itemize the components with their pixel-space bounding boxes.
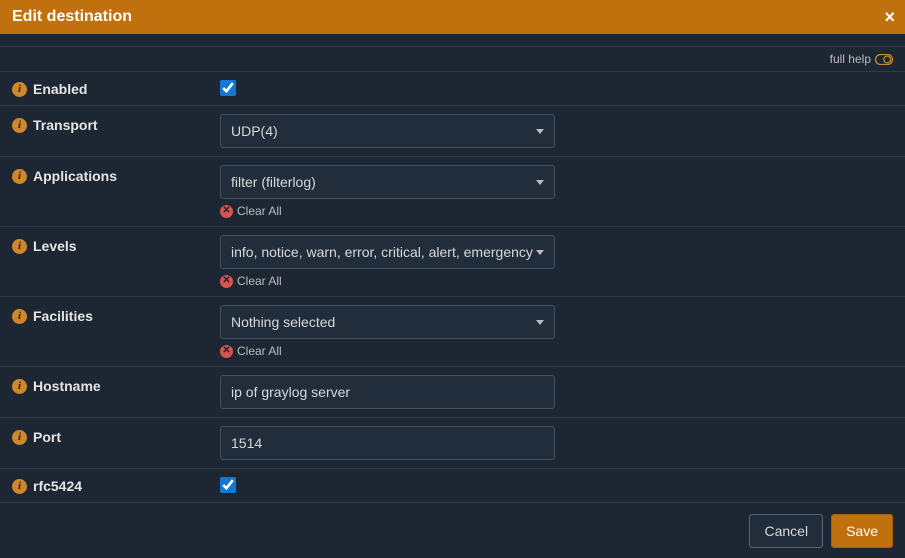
info-icon[interactable]: i — [12, 309, 27, 324]
hostname-input[interactable] — [220, 375, 555, 409]
clear-all-label: Clear All — [237, 204, 282, 218]
levels-clear-all[interactable]: ✕ Clear All — [220, 274, 893, 288]
chevron-down-icon — [536, 129, 544, 134]
applications-clear-all[interactable]: ✕ Clear All — [220, 204, 893, 218]
row-port: i Port — [0, 418, 905, 469]
row-applications: i Applications filter (filterlog) ✕ Clea… — [0, 157, 905, 227]
chevron-down-icon — [536, 180, 544, 185]
info-icon[interactable]: i — [12, 430, 27, 445]
label-rfc5424: rfc5424 — [33, 478, 82, 494]
info-icon[interactable]: i — [12, 169, 27, 184]
levels-value: info, notice, warn, error, critical, ale… — [231, 244, 533, 260]
label-applications: Applications — [33, 168, 117, 184]
cancel-button[interactable]: Cancel — [749, 514, 823, 548]
row-facilities: i Facilities Nothing selected ✕ Clear Al… — [0, 297, 905, 367]
edit-destination-modal: Edit destination × full help i Enabled — [0, 0, 905, 558]
row-levels: i Levels info, notice, warn, error, crit… — [0, 227, 905, 297]
toggle-icon — [875, 54, 893, 65]
info-icon[interactable]: i — [12, 479, 27, 494]
clear-icon: ✕ — [220, 275, 233, 288]
clear-all-label: Clear All — [237, 274, 282, 288]
clear-icon: ✕ — [220, 345, 233, 358]
clear-all-label: Clear All — [237, 344, 282, 358]
modal-body: full help i Enabled i Transport — [0, 34, 905, 504]
port-input[interactable] — [220, 426, 555, 460]
modal-title: Edit destination — [12, 8, 132, 26]
info-icon[interactable]: i — [12, 239, 27, 254]
row-transport: i Transport UDP(4) — [0, 106, 905, 157]
row-rfc5424: i rfc5424 — [0, 469, 905, 503]
chevron-down-icon — [536, 320, 544, 325]
chevron-down-icon — [536, 250, 544, 255]
facilities-clear-all[interactable]: ✕ Clear All — [220, 344, 893, 358]
label-port: Port — [33, 429, 61, 445]
facilities-select[interactable]: Nothing selected — [220, 305, 555, 339]
label-enabled: Enabled — [33, 81, 87, 97]
label-transport: Transport — [33, 117, 98, 133]
full-help-toggle[interactable]: full help — [0, 46, 905, 72]
enabled-checkbox[interactable] — [220, 80, 236, 96]
full-help-label: full help — [830, 52, 871, 66]
label-hostname: Hostname — [33, 378, 101, 394]
applications-select[interactable]: filter (filterlog) — [220, 165, 555, 199]
transport-select[interactable]: UDP(4) — [220, 114, 555, 148]
label-levels: Levels — [33, 238, 77, 254]
clear-icon: ✕ — [220, 205, 233, 218]
info-icon[interactable]: i — [12, 118, 27, 133]
info-icon[interactable]: i — [12, 379, 27, 394]
info-icon[interactable]: i — [12, 82, 27, 97]
row-hostname: i Hostname — [0, 367, 905, 418]
modal-footer: Cancel Save — [0, 504, 905, 558]
facilities-value: Nothing selected — [231, 314, 335, 330]
modal-header: Edit destination × — [0, 0, 905, 34]
levels-select[interactable]: info, notice, warn, error, critical, ale… — [220, 235, 555, 269]
label-facilities: Facilities — [33, 308, 93, 324]
save-button[interactable]: Save — [831, 514, 893, 548]
applications-value: filter (filterlog) — [231, 174, 316, 190]
close-icon[interactable]: × — [884, 8, 895, 26]
rfc5424-checkbox[interactable] — [220, 477, 236, 493]
row-enabled: i Enabled — [0, 72, 905, 106]
transport-value: UDP(4) — [231, 123, 278, 139]
